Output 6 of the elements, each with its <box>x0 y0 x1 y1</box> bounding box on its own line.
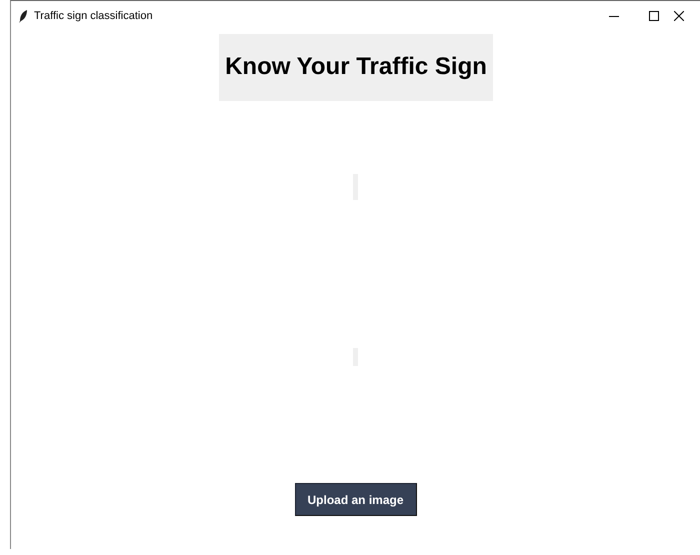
maximize-icon[interactable] <box>649 11 659 21</box>
heading-label: Know Your Traffic Sign <box>218 34 492 101</box>
upload-button[interactable]: Upload an image <box>294 483 416 516</box>
feather-icon <box>19 10 28 22</box>
close-icon[interactable] <box>674 11 684 21</box>
window-title: Traffic sign classification <box>34 10 154 22</box>
